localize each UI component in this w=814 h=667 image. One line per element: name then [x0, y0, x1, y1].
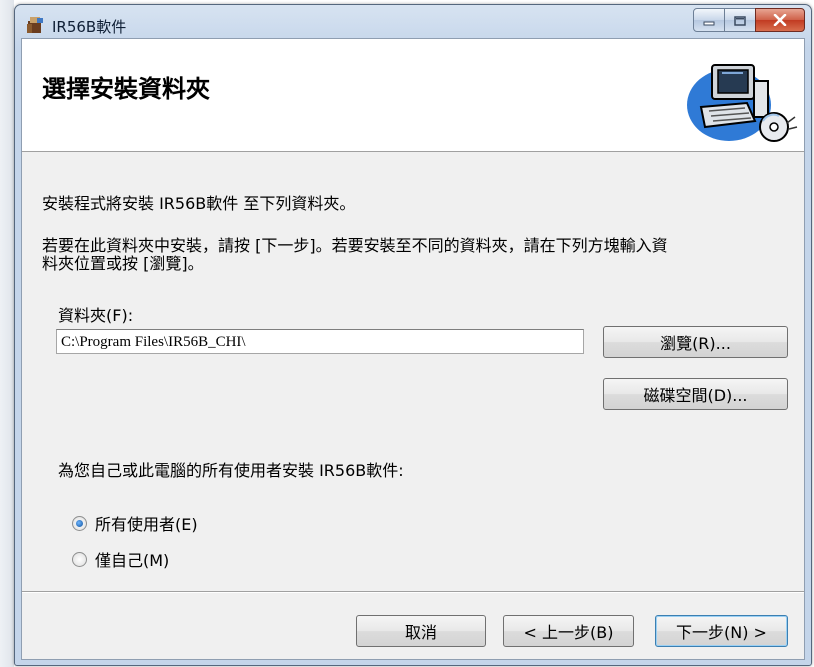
- radio-unselected-icon[interactable]: [72, 551, 87, 567]
- installer-window: IR56B軟件 選擇安裝資料夾 安裝程式將安裝 IR56B軟件 至下列資料夾。 …: [14, 4, 812, 666]
- dialog-client-area: 選擇安裝資料夾 安裝程式將安裝 IR56B軟件 至下列資料夾。 若要在此資料夾中…: [21, 38, 805, 660]
- install-for-label: 為您自己或此電腦的所有使用者安裝 IR56B軟件:: [58, 461, 404, 480]
- minimize-icon: [703, 11, 715, 30]
- back-button[interactable]: < 上一步(B): [503, 615, 634, 647]
- caption-buttons: [693, 8, 805, 32]
- computer-cd-icon: [679, 45, 799, 145]
- radio-all-users[interactable]: 所有使用者(E): [72, 511, 198, 535]
- radio-selected-icon[interactable]: [72, 515, 87, 531]
- close-button[interactable]: [755, 8, 805, 32]
- radio-just-me-label: 僅自己(M): [95, 551, 170, 570]
- close-icon: [773, 11, 787, 30]
- disk-space-button[interactable]: 磁碟空間(D)...: [603, 378, 788, 410]
- folder-path-input[interactable]: C:\Program Files\IR56B_CHI\: [56, 329, 584, 354]
- minimize-button[interactable]: [693, 8, 725, 32]
- radio-just-me[interactable]: 僅自己(M): [72, 547, 169, 571]
- installer-app-icon: [25, 15, 45, 35]
- window-title: IR56B軟件: [52, 18, 127, 36]
- intro-text: 安裝程式將安裝 IR56B軟件 至下列資料夾。: [42, 194, 356, 213]
- desktop-background: [0, 0, 14, 667]
- instruction-text-line2: 料夾位置或按 [瀏覽]。: [42, 254, 204, 273]
- radio-all-users-label: 所有使用者(E): [95, 515, 198, 534]
- footer-divider: [22, 591, 804, 593]
- maximize-icon: [734, 11, 746, 30]
- cancel-button[interactable]: 取消: [356, 615, 486, 647]
- maximize-button[interactable]: [724, 8, 756, 32]
- folder-label: 資料夾(F):: [58, 306, 134, 325]
- page-title: 選擇安裝資料夾: [42, 75, 210, 103]
- browse-button[interactable]: 瀏覽(R)...: [603, 326, 788, 358]
- next-button[interactable]: 下一步(N) >: [655, 615, 788, 647]
- header-banner: 選擇安裝資料夾: [22, 39, 804, 152]
